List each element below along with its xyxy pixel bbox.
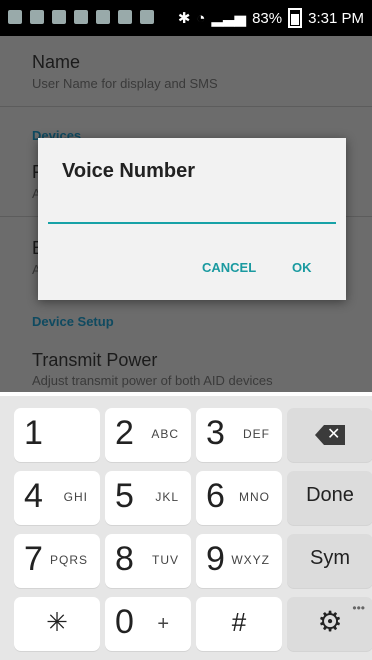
key-2-sub: ABC <box>151 427 179 441</box>
battery-icon <box>288 8 303 28</box>
key-7-sub: PQRS <box>49 553 88 567</box>
key-8-sub: TUV <box>152 553 179 567</box>
more-dots-icon: ••• <box>352 601 365 615</box>
key-0[interactable]: 0 + <box>105 597 191 651</box>
cancel-button[interactable]: CANCEL <box>202 260 256 275</box>
message-icon <box>8 10 22 24</box>
notification-icons <box>8 10 154 24</box>
key-6[interactable]: 6 MNO <box>196 471 282 525</box>
settings-item-title: Name <box>32 52 81 72</box>
key-7-main: 7 <box>24 540 43 578</box>
settings-item-title: Transmit Power <box>32 350 158 370</box>
key-3[interactable]: 3 DEF <box>196 408 282 462</box>
key-3-sub: DEF <box>243 427 270 441</box>
divider <box>0 106 372 107</box>
keyboard-settings-key[interactable]: ⚙ ••• <box>287 597 372 651</box>
key-0-main: 0 <box>115 603 134 641</box>
instagram-icon <box>96 10 110 24</box>
wifi-icon: ◔ <box>196 9 206 27</box>
battery-percent: 83% <box>252 9 283 27</box>
key-6-main: 6 <box>206 477 225 515</box>
key-7[interactable]: 7 PQRS <box>14 534 100 588</box>
app-icon <box>30 10 44 24</box>
key-asterisk[interactable]: ✳ <box>14 597 100 651</box>
numeric-keyboard: 1 2 ABC 3 DEF ✕ 4 GHI 5 JKL 6 MNO Done 7… <box>0 396 372 660</box>
key-8[interactable]: 8 TUV <box>105 534 191 588</box>
status-right: ✱ ◔ ▂▃▅ 83% 3:31 PM <box>178 8 364 28</box>
hash-label: # <box>231 607 247 637</box>
image-icon <box>140 10 154 24</box>
settings-item-subtitle: Adjust transmit power of both AID device… <box>32 373 273 388</box>
voice-number-input[interactable] <box>48 196 336 220</box>
app-icon <box>52 10 66 24</box>
plus-label: + <box>157 613 169 635</box>
key-2-main: 2 <box>115 414 134 452</box>
key-5-sub: JKL <box>155 490 179 504</box>
clock: 3:31 PM <box>308 9 364 27</box>
dialog-title: Voice Number <box>62 160 195 182</box>
key-4[interactable]: 4 GHI <box>14 471 100 525</box>
section-header-device-setup: Device Setup <box>32 314 114 329</box>
status-bar: ✱ ◔ ▂▃▅ 83% 3:31 PM <box>0 0 372 36</box>
key-4-sub: GHI <box>63 490 88 504</box>
app-icon <box>74 10 88 24</box>
done-label: Done <box>306 484 354 506</box>
key-9-sub: WXYZ <box>231 553 270 567</box>
signal-icon: ▂▃▅ <box>211 10 247 27</box>
key-5-main: 5 <box>115 477 134 515</box>
key-1-main: 1 <box>24 414 43 452</box>
sym-label: Sym <box>310 547 350 569</box>
voice-number-dialog: Voice Number CANCEL OK <box>38 138 346 300</box>
key-8-main: 8 <box>115 540 134 578</box>
done-key[interactable]: Done <box>287 471 372 525</box>
input-underline <box>48 222 336 224</box>
key-2[interactable]: 2 ABC <box>105 408 191 462</box>
keyboard-icon <box>118 10 132 24</box>
key-1[interactable]: 1 <box>14 408 100 462</box>
backspace-key[interactable]: ✕ <box>287 408 372 462</box>
key-9-main: 9 <box>206 540 225 578</box>
key-9[interactable]: 9 WXYZ <box>196 534 282 588</box>
key-hash[interactable]: # <box>196 597 282 651</box>
bluetooth-icon: ✱ <box>177 10 191 27</box>
key-3-main: 3 <box>206 414 225 452</box>
sym-key[interactable]: Sym <box>287 534 372 588</box>
backspace-x-icon: ✕ <box>327 426 341 443</box>
asterisk-label: ✳ <box>46 607 68 637</box>
settings-item-subtitle: User Name for display and SMS <box>32 76 218 91</box>
key-6-sub: MNO <box>239 490 270 504</box>
key-4-main: 4 <box>24 477 43 515</box>
ok-button[interactable]: OK <box>292 260 312 275</box>
key-5[interactable]: 5 JKL <box>105 471 191 525</box>
